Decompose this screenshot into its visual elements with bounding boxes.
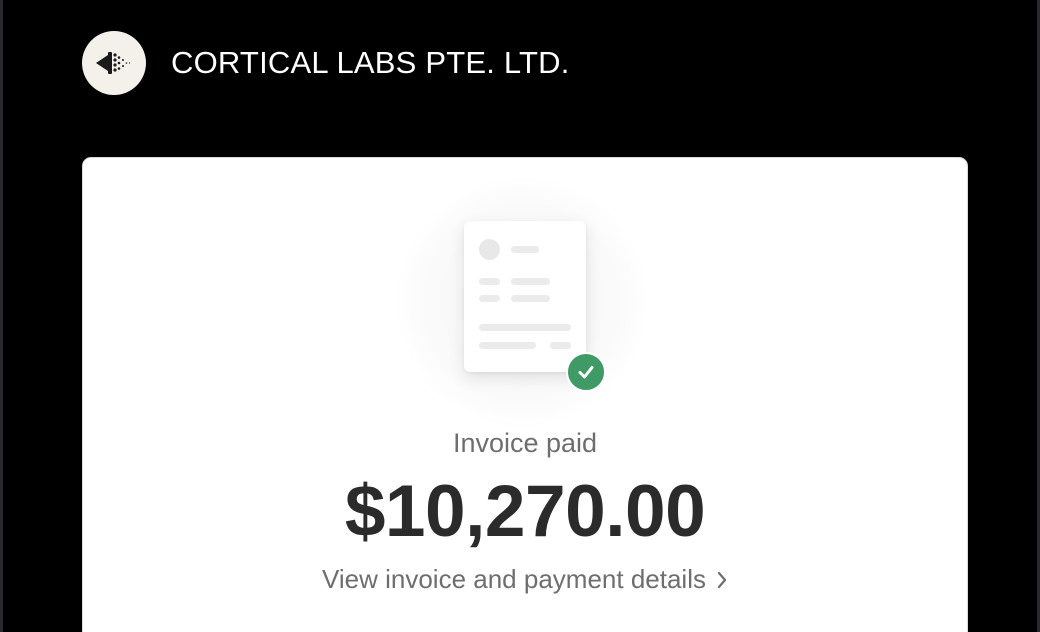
invoice-amount: $10,270.00	[344, 471, 706, 552]
document-line	[511, 295, 550, 302]
check-circle-icon	[566, 352, 606, 392]
chevron-right-icon	[716, 566, 728, 597]
document-line	[479, 342, 536, 349]
company-name: CORTICAL LABS PTE. LTD.	[171, 44, 570, 80]
document-line	[511, 278, 550, 285]
document-line	[550, 342, 571, 349]
document-avatar-dot	[479, 239, 500, 260]
document-line	[479, 278, 500, 285]
document-line	[479, 324, 571, 331]
invoice-card: Invoice paid $10,270.00 View invoice and…	[82, 157, 968, 632]
window-edge-left	[0, 0, 3, 632]
view-invoice-details-link[interactable]: View invoice and payment details	[83, 564, 967, 597]
document-line	[479, 295, 500, 302]
merchant-header: CORTICAL LABS PTE. LTD.	[82, 30, 570, 95]
invoice-document-icon	[383, 177, 663, 427]
view-invoice-details-label: View invoice and payment details	[322, 564, 706, 594]
payment-status-text: Invoice paid	[452, 428, 598, 458]
document-line	[511, 246, 539, 253]
cortical-labs-logo-icon	[82, 30, 146, 95]
document-graphic	[464, 221, 586, 372]
invoice-page: CORTICAL LABS PTE. LTD. Invoice paid $10…	[0, 0, 1040, 632]
